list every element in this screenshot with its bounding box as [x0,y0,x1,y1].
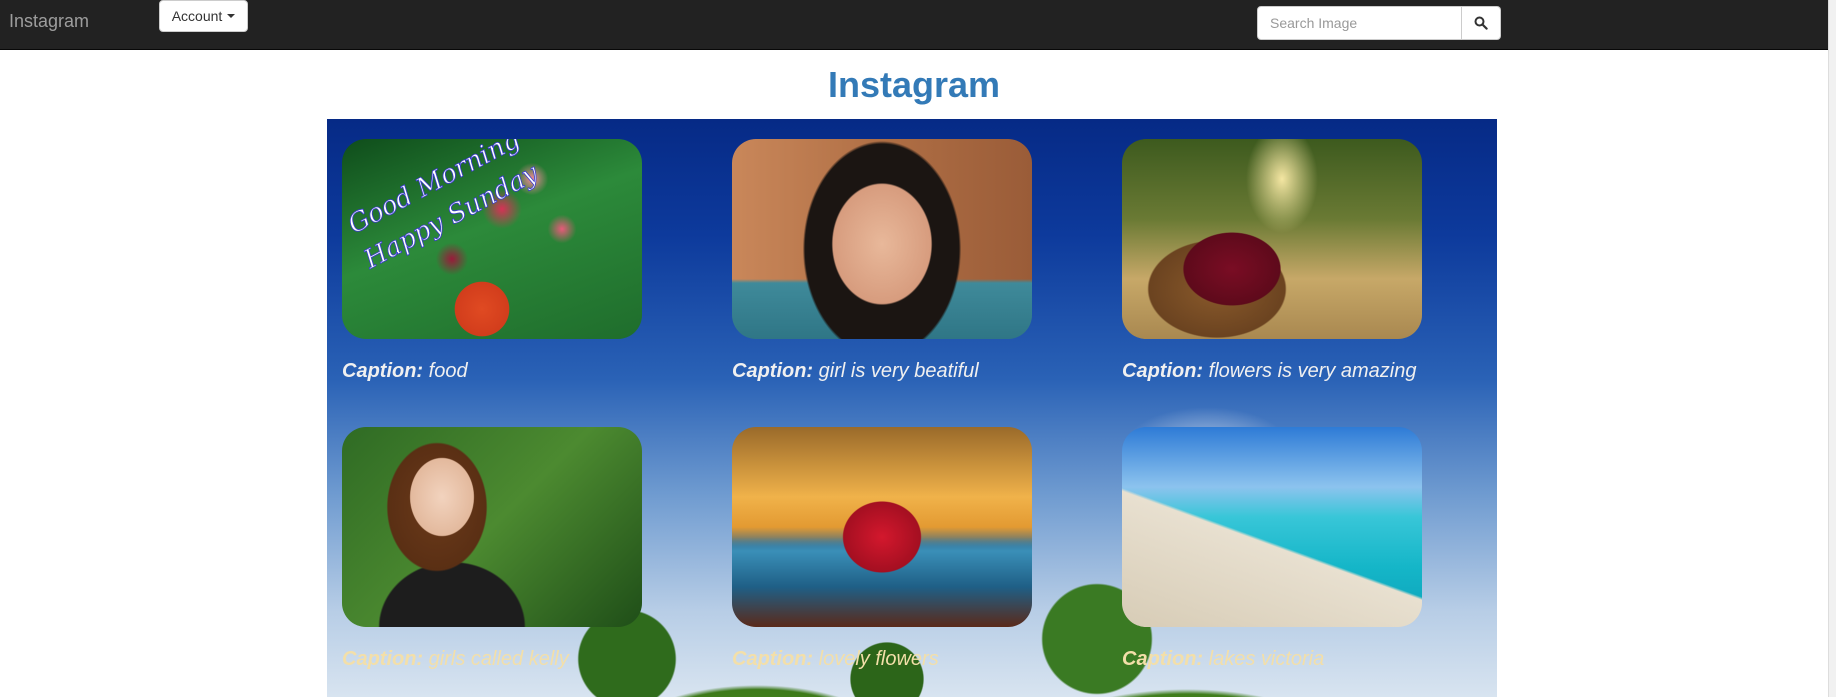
search-icon [1474,16,1488,30]
gallery-image-tropical-beach[interactable] [1122,427,1422,627]
image-caption: Caption: girls called kelly [342,647,722,671]
page-scrollbar[interactable] [1828,0,1836,697]
image-caption: Caption: girl is very beatiful [732,359,1112,383]
search-form [1257,6,1501,40]
gallery-image-good-morning-flowers[interactable]: Good Morning Happy Sunday [342,139,642,339]
gallery-image-portrait-girl[interactable] [732,139,1032,339]
caption-label: Caption: [1122,648,1204,670]
image-caption: Caption: lovely flowers [732,647,1112,671]
image-gallery: Good Morning Happy Sunday Caption: food … [327,119,1497,697]
search-input[interactable] [1257,6,1462,40]
caption-text: girls called kelly [428,648,569,670]
page-title: Instagram [827,64,1001,105]
navbar-brand[interactable]: Instagram [9,11,89,31]
good-morning-text-overlay: Good Morning Happy Sunday [343,139,544,276]
search-button[interactable] [1462,6,1501,40]
caption-text: girl is very beatiful [818,360,979,382]
caption-label: Caption: [342,360,424,382]
gallery-image-red-lotus[interactable] [732,427,1032,627]
account-label: Account [171,8,223,24]
caption-label: Caption: [1122,360,1204,382]
image-caption: Caption: flowers is very amazing [1122,359,1497,383]
caption-label: Caption: [732,360,814,382]
image-caption: Caption: food [342,359,722,383]
caption-text: flowers is very amazing [1208,360,1417,382]
gallery-image-girl-in-park[interactable] [342,427,642,627]
gallery-image-basket-of-roses[interactable] [1122,139,1422,339]
top-navbar: Instagram Account [0,0,1828,50]
caption-text: lovely flowers [818,648,939,670]
image-caption: Caption: lakes victoria [1122,647,1497,671]
caption-text: lakes victoria [1208,648,1325,670]
caret-down-icon [227,14,236,18]
caption-label: Caption: [342,648,424,670]
caption-text: food [428,360,468,382]
caption-label: Caption: [732,648,814,670]
account-dropdown-button[interactable]: Account [159,0,248,32]
